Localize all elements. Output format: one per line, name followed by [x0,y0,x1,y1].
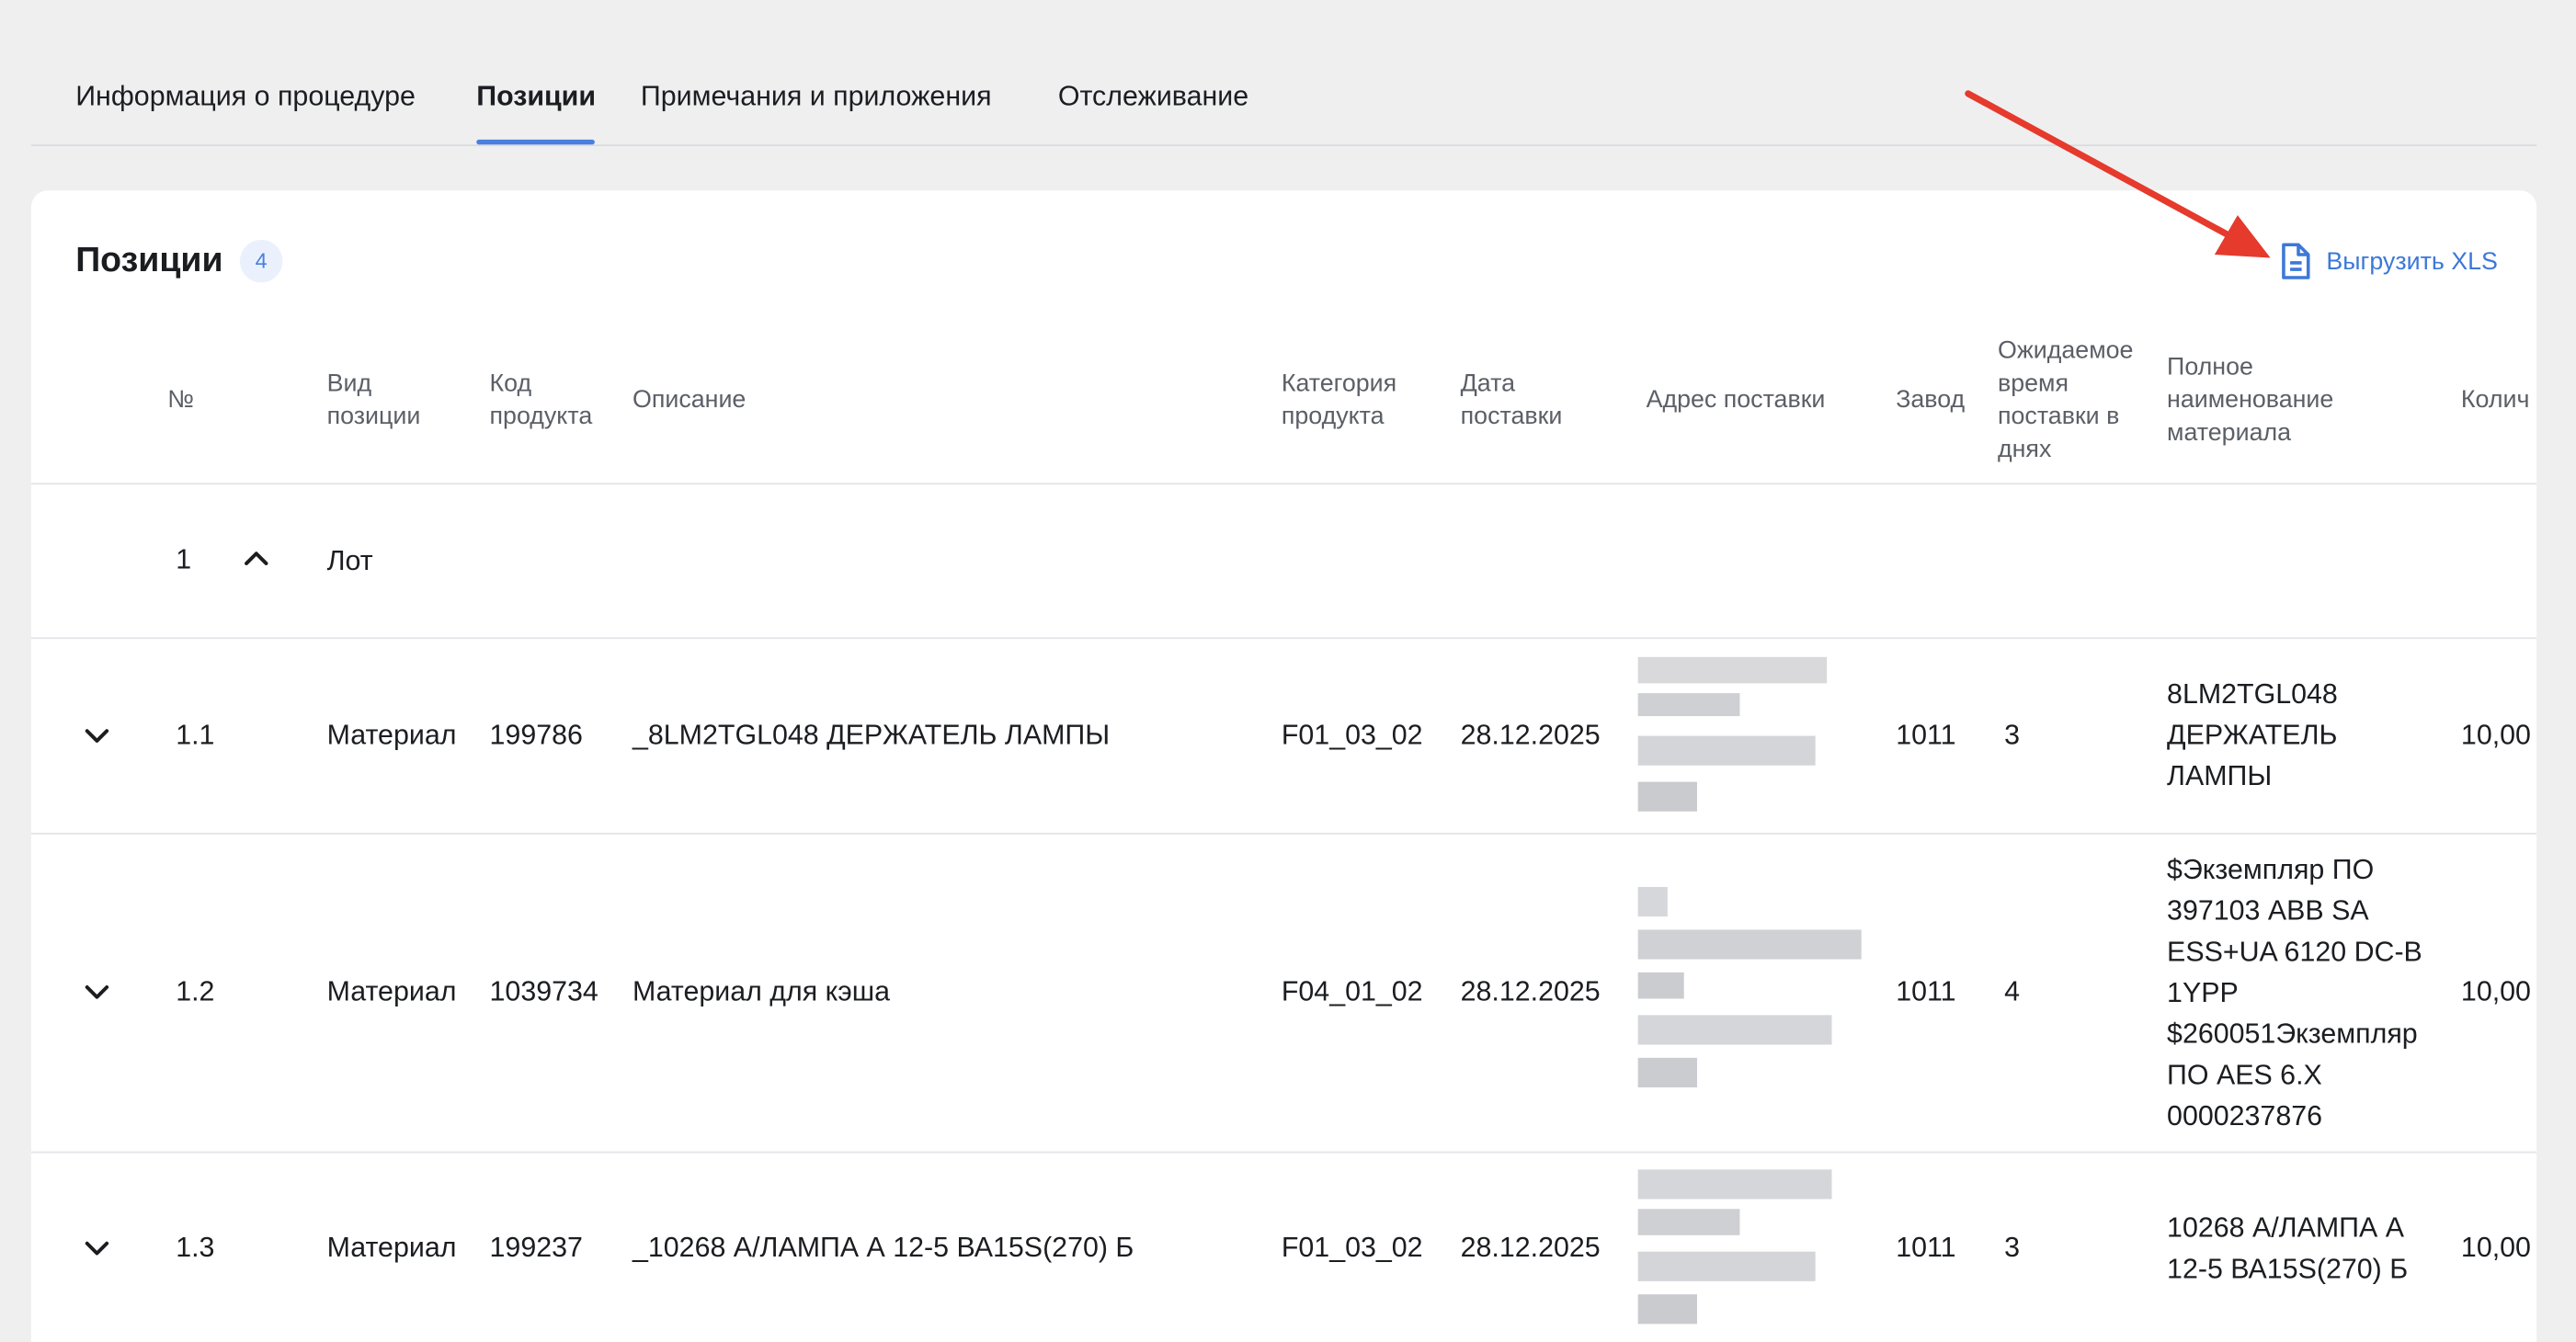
lot-number: 1 [176,543,192,575]
col-header-plant: Завод [1896,385,1966,415]
col-header-description: Описание [632,385,747,415]
col-header-quantity: Колич [2460,385,2530,415]
cell-description: _10268 А/ЛАМПА А 12-5 ВА15S(270) Б [632,1232,1134,1264]
col-header-full-name: Полное наименование материала [2167,353,2334,448]
chevron-down-icon[interactable] [84,726,110,745]
cell-lead-time: 3 [2004,719,2021,751]
cell-category: F04_01_02 [1281,975,1423,1007]
col-header-lead-time: Ожидаемое время поставки в днях [1997,336,2134,463]
cell-date: 28.12.2025 [1460,975,1601,1007]
cell-description: _8LM2TGL048 ДЕРЖАТЕЛЬ ЛАМПЫ [632,719,1111,751]
export-xls-button[interactable]: Выгрузить XLS [2277,240,2498,282]
redacted-address [1637,881,1868,1094]
cell-lead-time: 4 [2004,975,2021,1007]
col-header-category: Категория продукта [1281,370,1397,431]
tab-notes-attachments[interactable]: Примечания и приложения [641,79,992,115]
cell-code: 199786 [489,719,583,751]
cell-quantity: 10,00 [2460,975,2531,1007]
document-icon [2282,243,2310,279]
cell-date: 28.12.2025 [1460,719,1601,751]
section-title: Позиции [75,241,223,279]
tab-positions[interactable]: Позиции [476,79,596,115]
cell-lead-time: 3 [2004,1232,2021,1264]
cell-date: 28.12.2025 [1460,1232,1601,1264]
chevron-down-icon[interactable] [84,983,110,1002]
cell-full-name: 8LM2TGL048 ДЕРЖАТЕЛЬ ЛАМПЫ [2167,678,2338,792]
redacted-address [1637,651,1835,815]
active-tab-indicator [476,139,595,145]
cell-type: Материал [326,719,457,751]
cell-category: F01_03_02 [1281,719,1423,751]
row-divider [30,833,2537,835]
cell-description: Материал для кэша [632,975,891,1007]
count-badge: 4 [239,239,283,283]
row-divider [30,1151,2537,1154]
col-header-num: № [167,385,195,415]
col-header-address: Адрес поставки [1646,385,1826,415]
cell-num: 1.2 [176,975,215,1007]
col-header-code: Код продукта [489,370,593,431]
cell-type: Материал [326,975,457,1007]
lot-label: Лот [326,545,373,577]
tab-bar: Информация о процедуре Позиции Примечани… [30,0,2537,147]
cell-code: 1039734 [489,975,598,1007]
cell-category: F01_03_02 [1281,1232,1423,1264]
chevron-up-icon[interactable] [243,549,269,568]
cell-full-name: 10268 А/ЛАМПА А 12-5 ВА15S(270) Б [2167,1211,2409,1285]
col-header-type: Вид позиции [326,370,421,431]
chevron-down-icon[interactable] [84,1238,110,1257]
cell-plant: 1011 [1896,975,1956,1007]
cell-quantity: 10,00 [2460,1232,2531,1264]
cell-num: 1.1 [176,719,215,751]
cell-plant: 1011 [1896,719,1956,751]
cell-num: 1.3 [176,1232,215,1264]
row-divider [30,637,2537,640]
header-divider [30,483,2537,485]
positions-card: Позиции 4 Выгрузить XLS № Вид позиции Ко… [30,190,2537,1342]
export-xls-label: Выгрузить XLS [2326,246,2498,276]
cell-code: 199237 [489,1232,583,1264]
cell-type: Материал [326,1232,457,1264]
tab-tracking[interactable]: Отслеживание [1058,79,1248,115]
cell-plant: 1011 [1896,1232,1956,1264]
cell-full-name: $Экземпляр ПО 397103 ABB SA ESS+UA 6120 … [2167,854,2422,1132]
tab-procedure-info[interactable]: Информация о процедуре [75,79,416,115]
cell-quantity: 10,00 [2460,719,2531,751]
col-header-date: Дата поставки [1460,370,1563,431]
redacted-address [1637,1166,1843,1331]
